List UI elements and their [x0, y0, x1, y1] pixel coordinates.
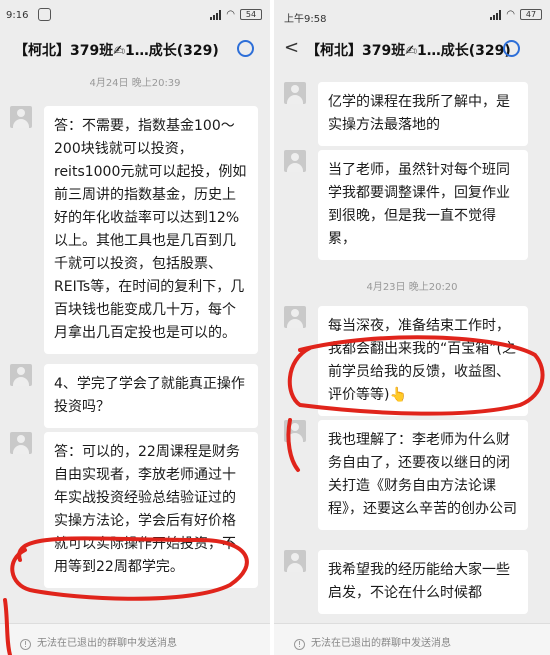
wifi-icon: ◠	[506, 9, 515, 20]
avatar[interactable]	[284, 306, 306, 328]
message-bubble[interactable]: 答：可以的，22周课程是财务自由实现者，李放老师通过十年实战投资经验总结验证过的…	[44, 432, 258, 588]
battery-icon: 54	[240, 9, 262, 20]
status-bar: 上午9:58 ◠ 47	[274, 0, 550, 30]
message-item: 答：不需要，指数基金100～200块钱就可以投资，reits1000元就可以起投…	[10, 106, 258, 354]
message-item: 我希望我的经历能给大家一些启发，不论在什么时候都	[284, 550, 528, 614]
status-time: 上午9:58	[284, 14, 327, 25]
chat-title: 【柯北】379班✍1…成长(329)	[306, 43, 511, 59]
avatar[interactable]	[10, 106, 32, 128]
message-bubble[interactable]: 我希望我的经历能给大家一些启发，不论在什么时候都	[318, 550, 528, 614]
chat-header: 【柯北】379班✍1…成长(329)	[0, 30, 270, 68]
avatar[interactable]	[284, 550, 306, 572]
wifi-icon: ◠	[226, 9, 235, 20]
message-bubble[interactable]: 每当深夜，准备结束工作时，我都会翻出来我的“百宝箱”(之前学员给我的反馈，收益图…	[318, 306, 528, 416]
chat-header: < 【柯北】379班✍1…成长(329)	[274, 30, 550, 68]
notification-icon	[38, 8, 51, 21]
message-item: 亿学的课程在我所了解中，是实操方法最落地的	[284, 82, 528, 146]
group-icon[interactable]	[237, 40, 254, 57]
info-icon: !	[294, 639, 305, 650]
chat-title: 【柯北】379班✍1…成长(329)	[14, 43, 219, 59]
message-timestamp: 4月24日 晚上20:39	[89, 78, 181, 89]
avatar[interactable]	[10, 432, 32, 454]
info-icon: !	[20, 639, 31, 650]
status-bar: 9:16 ◠ 54	[0, 0, 270, 30]
signal-icon	[490, 9, 502, 20]
left-screenshot: 9:16 ◠ 54 【柯北】379班✍1…成长(329) 4月24日 晚上20:…	[0, 0, 270, 655]
message-item: 4、学完了学会了就能真正操作投资吗？	[10, 364, 258, 428]
group-icon[interactable]	[503, 40, 520, 57]
avatar[interactable]	[10, 364, 32, 386]
right-screenshot: 上午9:58 ◠ 47 < 【柯北】379班✍1…成长(329) 亿学的课程在我…	[274, 0, 550, 655]
signal-icon	[210, 9, 222, 20]
avatar[interactable]	[284, 82, 306, 104]
message-item: 每当深夜，准备结束工作时，我都会翻出来我的“百宝箱”(之前学员给我的反馈，收益图…	[284, 306, 528, 416]
message-item: 答：可以的，22周课程是财务自由实现者，李放老师通过十年实战投资经验总结验证过的…	[10, 432, 258, 588]
message-item: 我也理解了：李老师为什么财务自由了，还要夜以继日的闭关打造《财务自由方法论课程》…	[284, 420, 528, 530]
message-bubble[interactable]: 4、学完了学会了就能真正操作投资吗？	[44, 364, 258, 428]
back-arrow-icon[interactable]: <	[284, 37, 299, 58]
message-bubble[interactable]: 亿学的课程在我所了解中，是实操方法最落地的	[318, 82, 528, 146]
input-disabled-notice: ! 无法在已退出的群聊中发送消息	[0, 623, 270, 655]
avatar[interactable]	[284, 150, 306, 172]
message-bubble[interactable]: 答：不需要，指数基金100～200块钱就可以投资，reits1000元就可以起投…	[44, 106, 258, 354]
message-item: 当了老师，虽然针对每个班同学我都要调整课件，回复作业到很晚，但是我一直不觉得累，	[284, 150, 528, 260]
battery-icon: 47	[520, 9, 542, 20]
message-timestamp: 4月23日 晚上20:20	[366, 282, 458, 293]
status-time: 9:16	[6, 10, 29, 21]
input-disabled-notice: ! 无法在已退出的群聊中发送消息	[274, 623, 550, 655]
message-bubble[interactable]: 当了老师，虽然针对每个班同学我都要调整课件，回复作业到很晚，但是我一直不觉得累，	[318, 150, 528, 260]
avatar[interactable]	[284, 420, 306, 442]
message-bubble[interactable]: 我也理解了：李老师为什么财务自由了，还要夜以继日的闭关打造《财务自由方法论课程》…	[318, 420, 528, 530]
